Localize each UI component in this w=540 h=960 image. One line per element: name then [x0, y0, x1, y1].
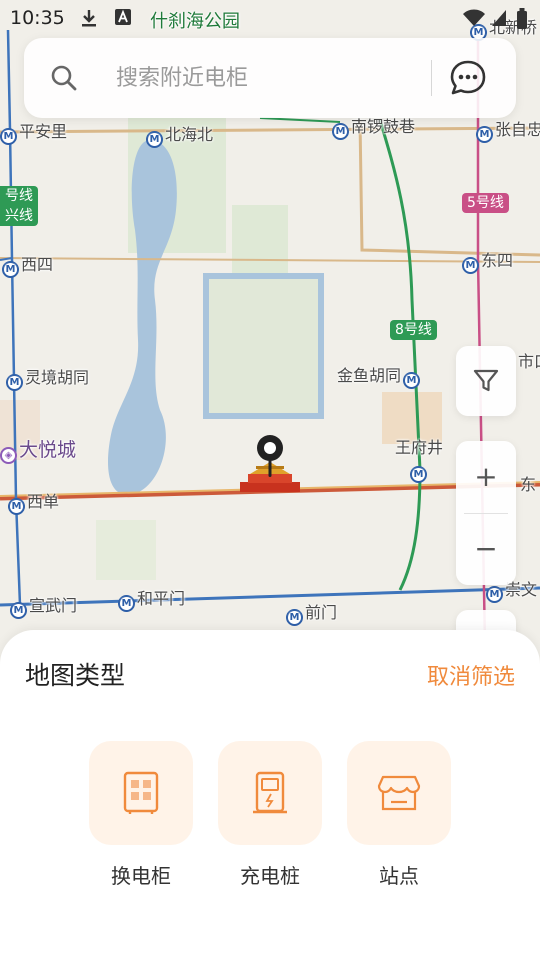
- metro-icon: M: [332, 123, 349, 140]
- type-station[interactable]: 站点: [347, 741, 451, 889]
- status-bar: 10:35: [0, 0, 540, 40]
- map-label-zhangzi: M 张自忠: [476, 120, 540, 143]
- map-label-wangfujing: 王府井: [395, 438, 444, 457]
- metro-icon: M: [2, 261, 19, 278]
- map-label-dayuecheng: ◈ 大悦城: [0, 440, 76, 464]
- map-label-pinganli: M 平安里: [0, 122, 67, 145]
- metro-icon: M: [146, 131, 163, 148]
- type-charging-pile[interactable]: 充电桩: [218, 741, 322, 889]
- type-tile[interactable]: [347, 741, 451, 845]
- cancel-filter-button[interactable]: 取消筛选: [427, 664, 515, 692]
- download-icon: [82, 10, 96, 27]
- type-battery-cabinet[interactable]: 换电柜: [89, 741, 193, 889]
- signal-icon: [492, 10, 506, 26]
- map-label-lingjing: M 灵境胡同: [6, 368, 89, 391]
- map-label-dongsi: M 东四: [462, 251, 513, 274]
- metro-icon: M: [6, 374, 23, 391]
- metro-icon: M: [462, 257, 479, 274]
- battery-icon: [517, 8, 527, 29]
- sheet-title: 地图类型: [25, 661, 126, 690]
- filter-button[interactable]: [456, 346, 516, 416]
- metro-icon: M: [118, 595, 135, 612]
- metro-icon: M: [286, 609, 303, 626]
- line-badge-8: 8号线: [390, 320, 437, 340]
- metro-icon: M: [486, 586, 503, 603]
- search-divider: [431, 60, 432, 96]
- charging-pile-icon: [253, 771, 287, 814]
- mall-icon: ◈: [0, 447, 17, 464]
- type-label: 站点: [379, 864, 419, 888]
- zoom-control: + −: [456, 441, 516, 585]
- metro-icon: M: [8, 498, 25, 515]
- search-placeholder[interactable]: 搜索附近电柜: [116, 65, 248, 93]
- map-label-xuanwu: M 宣武门: [10, 596, 77, 619]
- map-label-nanluo: M 南锣鼓巷: [332, 117, 415, 140]
- a-icon: [115, 9, 131, 25]
- metro-icon: M: [0, 128, 17, 145]
- metro-icon: M: [403, 372, 421, 389]
- store-icon: [377, 775, 421, 811]
- status-time: 10:35: [10, 7, 65, 29]
- zoom-in-button[interactable]: +: [456, 441, 516, 513]
- map-label-xidan: M 西单: [8, 492, 59, 515]
- zoom-out-button[interactable]: −: [456, 513, 516, 585]
- map-label-shi: 市口: [518, 352, 540, 371]
- type-label: 换电柜: [111, 864, 171, 888]
- map-type-sheet: 地图类型 取消筛选 换电柜 充电桩 站点: [0, 630, 540, 960]
- search-icon: [51, 65, 77, 91]
- map-label-qianmen: M 前门: [286, 603, 337, 626]
- map-label-xisi: M 西四: [2, 255, 53, 278]
- line-badge-4a: 号线: [0, 186, 38, 206]
- metro-icon: M: [476, 126, 493, 143]
- type-label: 充电桩: [240, 864, 300, 888]
- type-tile[interactable]: [89, 741, 193, 845]
- location-pin-icon[interactable]: [254, 434, 286, 478]
- metro-icon: M: [410, 460, 429, 483]
- map-label-beihaibei: M 北海北: [146, 125, 213, 148]
- map-label-jinyu: 金鱼胡同 M: [337, 366, 422, 389]
- wifi-icon: [463, 9, 485, 26]
- metro-icon: M: [10, 602, 27, 619]
- map-label-heping: M 和平门: [118, 589, 185, 612]
- type-tile[interactable]: [218, 741, 322, 845]
- battery-cabinet-icon: [123, 771, 159, 814]
- map-label-dong: 东: [520, 475, 537, 494]
- funnel-icon: [473, 369, 499, 392]
- chat-bubble-icon[interactable]: [449, 59, 487, 97]
- line-badge-5: 5号线: [462, 193, 509, 213]
- search-bar[interactable]: 搜索附近电柜: [24, 38, 516, 118]
- line-badge-4b: 兴线: [0, 206, 38, 226]
